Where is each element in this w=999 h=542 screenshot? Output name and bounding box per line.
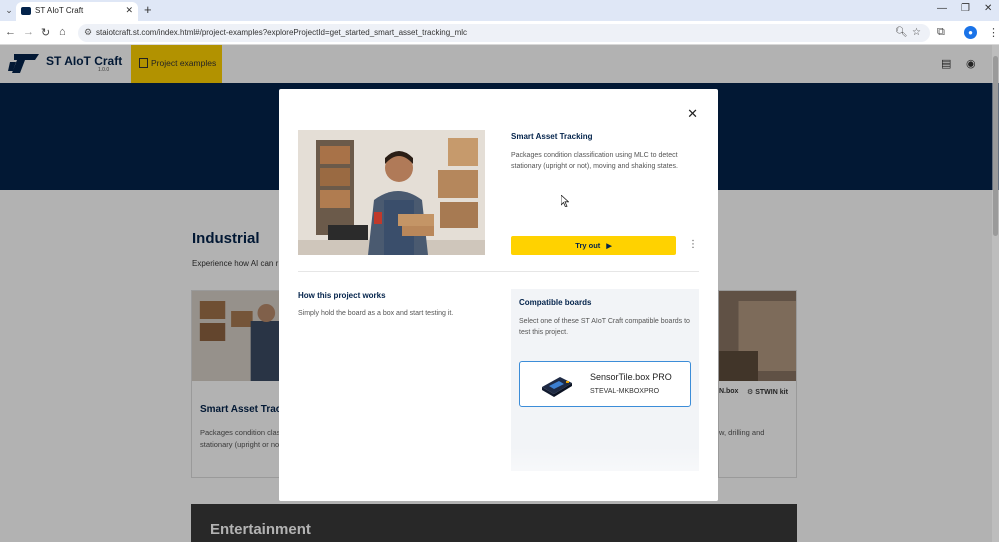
how-it-works-title: How this project works: [298, 291, 386, 300]
modal-description: Packages condition classification using …: [511, 152, 678, 170]
scrollbar-thumb[interactable]: [993, 56, 998, 236]
try-out-label: Try out: [575, 241, 601, 250]
mouse-cursor-icon: [561, 195, 569, 207]
project-modal: ✕ Smart Asset Tracking Packages conditio…: [279, 89, 718, 501]
compatible-boards-description: Select one of these ST AIoT Craft compat…: [519, 318, 690, 336]
back-icon[interactable]: ←: [5, 26, 16, 38]
new-tab-icon[interactable]: +: [144, 2, 152, 17]
how-it-works-description: Simply hold the board as a box and start…: [298, 310, 454, 317]
screen: ⌄ ST AIoT Craft ✕ + — ❐ ✕ ← → ↻ ⌂ ⚙ stai…: [0, 0, 999, 542]
home-icon[interactable]: ⌂: [59, 26, 66, 38]
forward-icon[interactable]: →: [23, 26, 34, 38]
modal-bottom-fade: [279, 446, 718, 501]
sensortile-board-icon: [542, 377, 572, 397]
browser-tabstrip: ⌄ ST AIoT Craft ✕ + — ❐ ✕: [0, 0, 999, 21]
try-out-button[interactable]: Try out ▶: [511, 236, 676, 255]
board-card-sensortile[interactable]: SensorTile.box PRO STEVAL-MKBOXPRO: [519, 361, 691, 407]
tab-title: ST AIoT Craft: [35, 6, 84, 15]
address-bar[interactable]: ⚙ staiotcraft.st.com/index.html#/project…: [78, 24, 930, 42]
extensions-icon[interactable]: ⧉: [937, 26, 945, 39]
more-options-icon[interactable]: ⋮: [688, 239, 698, 250]
reload-icon[interactable]: ↻: [41, 26, 50, 39]
zoom-icon[interactable]: 🔍︎: [895, 27, 908, 38]
browser-tab[interactable]: ST AIoT Craft ✕: [16, 2, 138, 21]
tab-search-icon[interactable]: ⌄: [2, 3, 16, 17]
maximize-icon[interactable]: ❐: [961, 3, 970, 14]
site-info-icon[interactable]: ⚙: [84, 27, 92, 38]
divider: [298, 271, 699, 272]
minimize-icon[interactable]: —: [937, 3, 947, 14]
profile-icon[interactable]: ●: [964, 26, 977, 39]
close-icon[interactable]: ✕: [687, 106, 698, 122]
st-favicon-icon: [21, 7, 31, 15]
url-text[interactable]: staiotcraft.st.com/index.html#/project-e…: [96, 28, 467, 37]
modal-title: Smart Asset Tracking: [511, 132, 593, 141]
compatible-boards-title: Compatible boards: [519, 298, 592, 307]
play-icon: ▶: [606, 242, 612, 250]
bookmark-star-icon[interactable]: ☆: [912, 27, 921, 38]
kebab-menu-icon[interactable]: ⋮: [988, 26, 999, 39]
tab-close-icon[interactable]: ✕: [125, 5, 133, 16]
compatible-boards-panel: Compatible boards Select one of these ST…: [511, 289, 699, 471]
board-name: SensorTile.box PRO: [590, 372, 672, 382]
project-photo: [298, 130, 485, 255]
board-code: STEVAL-MKBOXPRO: [590, 388, 660, 395]
close-icon[interactable]: ✕: [984, 3, 992, 14]
browser-toolbar: ← → ↻ ⌂ ⚙ staiotcraft.st.com/index.html#…: [0, 21, 999, 45]
